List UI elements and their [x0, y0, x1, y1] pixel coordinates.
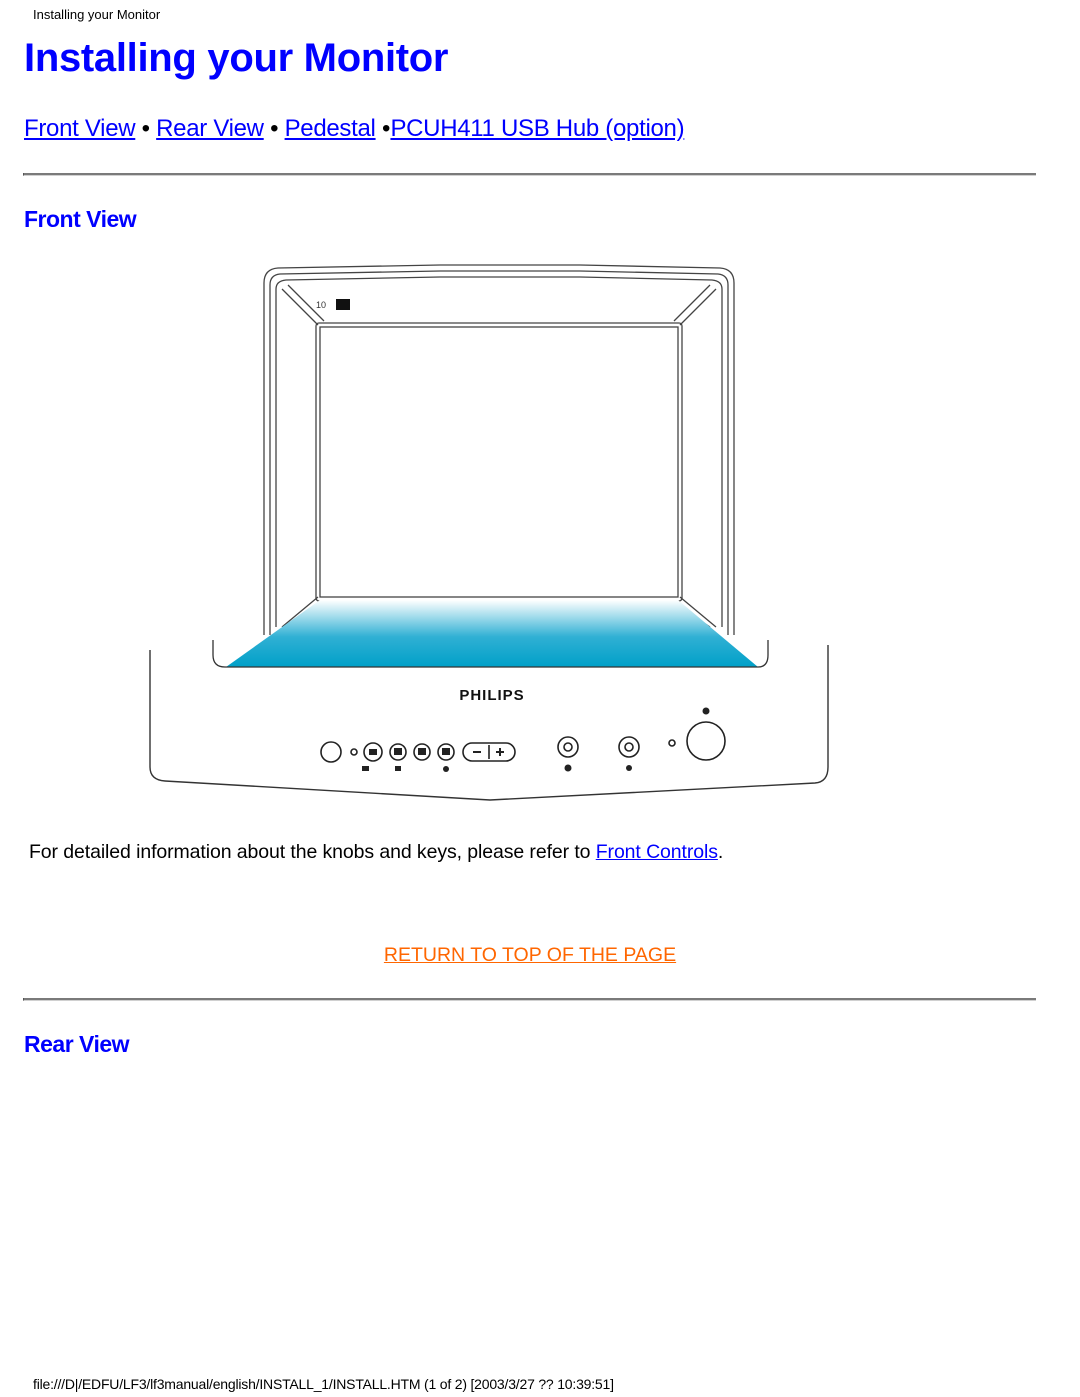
nav-separator: • — [381, 115, 391, 142]
nav-link-rear-view[interactable]: Rear View — [156, 115, 264, 142]
front-view-description: For detailed information about the knobs… — [29, 841, 723, 864]
knob-1-icon — [557, 736, 579, 758]
return-to-top-link[interactable]: RETURN TO TOP OF THE PAGE — [384, 944, 676, 966]
divider — [23, 173, 1036, 176]
monitor-front-view-image: 10 PHILIPS — [140, 255, 840, 815]
return-to-top: RETURN TO TOP OF THE PAGE — [0, 944, 1060, 967]
input-indicator-label: 10 — [316, 299, 350, 310]
power-button-icon — [320, 741, 342, 763]
nav-link-pedestal[interactable]: Pedestal — [285, 115, 376, 142]
page-title: Installing your Monitor — [24, 36, 449, 80]
nav-link-usb-hub[interactable]: PCUH411 USB Hub (option) — [390, 115, 684, 142]
rear-view-heading: Rear View — [24, 1031, 130, 1057]
front-control-buttons — [320, 721, 726, 763]
divider — [23, 998, 1036, 1001]
description-period: . — [717, 841, 724, 863]
front-view-heading: Front View — [24, 206, 137, 232]
section-nav: Front View • Rear View • Pedestal • PCUH… — [24, 115, 685, 143]
knob-2-icon — [618, 736, 640, 758]
nav-separator: • — [141, 115, 150, 142]
page-footer-path: file:///D|/EDFU/LF3/lf3manual/english/IN… — [33, 1376, 614, 1392]
description-text: For detailed information about the knobs… — [29, 841, 596, 863]
nav-link-front-view[interactable]: Front View — [24, 115, 136, 142]
monitor-illustration: 10 PHILIPS — [149, 264, 829, 801]
svg-text:10: 10 — [316, 300, 326, 310]
monitor-bezel — [263, 264, 735, 635]
control-panel-body — [149, 645, 829, 801]
main-dial-icon — [686, 721, 726, 761]
nav-separator: • — [270, 115, 279, 142]
front-controls-link[interactable]: Front Controls — [596, 841, 718, 863]
page-header: Installing your Monitor — [33, 7, 161, 22]
button-indicator-dots — [362, 707, 710, 772]
brand-logo: PHILIPS — [459, 687, 524, 704]
screen-glow — [226, 600, 758, 667]
